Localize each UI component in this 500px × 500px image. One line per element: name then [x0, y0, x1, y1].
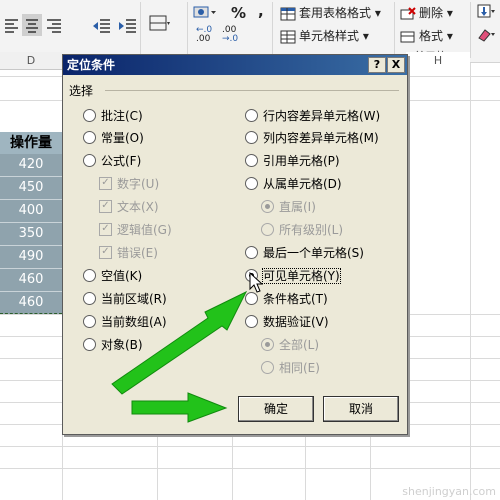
watermark: shenjingyan.com	[402, 485, 496, 498]
annotation-arrows	[111, 290, 248, 423]
arrow-to-ok-icon	[131, 392, 228, 423]
arrow-to-visible-cells-icon	[111, 290, 248, 395]
